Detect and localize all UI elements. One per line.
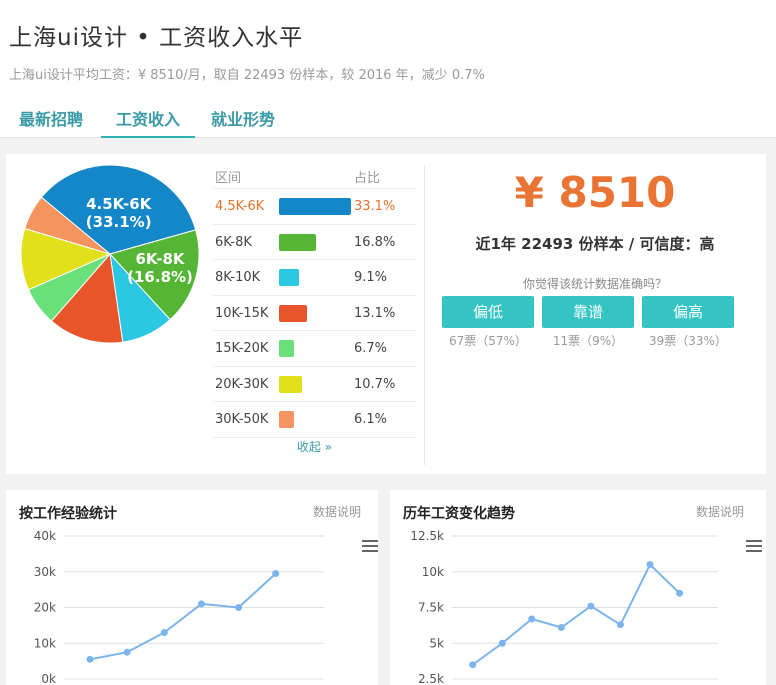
pie-label-pct: (33.1%) (86, 213, 152, 231)
data-point[interactable] (160, 629, 168, 637)
vote-low-button[interactable]: 偏低 (442, 296, 534, 328)
vote-high-count: 39票（33%） (649, 334, 727, 348)
ratio-value: 13.1% (354, 305, 396, 321)
salary-pie-chart: 4.5K-6K (33.1%) 6K-8K (16.8%) (20, 164, 200, 344)
trend-data-note-link[interactable]: 数据说明 (696, 503, 744, 520)
distribution-row: 6K-8K 16.8% (213, 225, 416, 260)
range-label: 6K-8K (215, 234, 252, 250)
vote-low-count: 67票（57%） (449, 334, 527, 348)
range-label: 20K-30K (215, 376, 269, 392)
range-label: 4.5K-6K (215, 199, 265, 214)
data-point[interactable] (123, 648, 131, 656)
data-point[interactable] (646, 561, 654, 569)
sample-info: 近1年 22493 份样本 / 可信度：高 (475, 235, 715, 253)
distribution-row: 10K-15K 13.1% (213, 296, 416, 331)
range-label: 15K-20K (215, 341, 269, 356)
vote-accurate-button[interactable]: 靠谱 (542, 296, 634, 328)
vote-accurate-count: 11票（9%） (552, 334, 624, 348)
y-tick-label: 30k (34, 565, 56, 579)
average-salary: ¥ 8510 (514, 168, 676, 217)
y-tick-label: 40k (34, 529, 56, 543)
ratio-bar (279, 233, 316, 251)
tab-employment[interactable]: 就业形势 (211, 106, 275, 130)
ratio-bar (279, 375, 302, 393)
range-label: 8K-10K (215, 270, 261, 285)
tab-bar: 最新招聘 工资收入 就业形势 (0, 96, 776, 139)
series-line (89, 572, 277, 661)
pie-label-name: 6K-8K (135, 250, 185, 268)
range-label: 30K-50K (215, 412, 269, 427)
distribution-row: 4.5K-6K 33.1% (213, 189, 416, 225)
accuracy-question: 你觉得该统计数据准确吗？ (522, 277, 667, 291)
experience-data-note-link[interactable]: 数据说明 (313, 503, 361, 520)
ratio-value: 33.1% (354, 199, 396, 214)
col-range-header: 区间 (215, 171, 242, 186)
data-point[interactable] (469, 661, 477, 669)
y-tick-label: 20k (34, 601, 56, 615)
pie-label-name: 4.5K-6K (86, 195, 153, 213)
data-point[interactable] (528, 615, 536, 623)
data-point[interactable] (272, 570, 280, 578)
collapse-link[interactable]: 收起 » (213, 438, 416, 455)
distribution-row: 20K-30K 10.7% (213, 367, 416, 402)
distribution-row: 15K-20K 6.7% (213, 331, 416, 367)
y-tick-label: 5k (429, 636, 444, 650)
ratio-bar (279, 269, 299, 286)
vote-high-button[interactable]: 偏高 (642, 296, 734, 328)
y-tick-label: 12.5k (410, 529, 444, 543)
ratio-value: 6.1% (354, 412, 388, 427)
ratio-bar (279, 198, 351, 215)
ratio-value: 6.7% (354, 341, 388, 356)
distribution-row: 30K-50K 6.1% (213, 402, 416, 438)
page-title: 上海ui设计 • 工资收入水平 (9, 25, 304, 51)
data-point[interactable] (86, 655, 94, 663)
ratio-value: 10.7% (354, 376, 396, 392)
page-subtitle: 上海ui设计平均工资：¥ 8510/月，取自 22493 份样本，较 2016 … (9, 68, 485, 83)
y-tick-label: 7.5k (418, 601, 444, 615)
trend-chart-title: 历年工资变化趋势 (403, 506, 515, 522)
experience-chart-title: 按工作经验统计 (19, 506, 117, 522)
series-line (472, 562, 681, 666)
data-point[interactable] (557, 624, 565, 632)
pie-label-pct: (16.8%) (127, 268, 193, 286)
distribution-row: 8K-10K 9.1% (213, 260, 416, 296)
data-point[interactable] (197, 600, 205, 608)
data-point[interactable] (676, 589, 684, 597)
data-point[interactable] (616, 621, 624, 629)
experience-line-chart: 40k 30k 20k 10k 0k (34, 529, 324, 685)
ratio-bar (279, 411, 294, 428)
tab-latest-jobs[interactable]: 最新招聘 (19, 106, 83, 130)
data-point[interactable] (235, 604, 243, 611)
y-tick-label: 10k (34, 636, 56, 650)
ratio-bar (279, 304, 307, 322)
ratio-value: 16.8% (354, 234, 396, 250)
y-tick-label: 2.5k (418, 672, 444, 685)
ratio-bar (279, 340, 294, 357)
distribution-table: 区间 占比 4.5K-6K 33.1% 6K-8K 16.8% 8K-10K 9.1% 10… (213, 165, 416, 454)
data-point[interactable] (587, 602, 595, 610)
trend-line-chart: 12.5k 10k 7.5k 5k 2.5k (410, 529, 718, 685)
col-ratio-header: 占比 (354, 171, 381, 186)
y-tick-label: 10k (422, 565, 444, 579)
distribution-header: 区间 占比 (213, 165, 416, 189)
range-label: 10K-15K (215, 305, 269, 321)
data-point[interactable] (498, 639, 506, 647)
y-tick-label: 0k (41, 672, 56, 685)
ratio-value: 9.1% (354, 270, 388, 285)
tab-salary[interactable]: 工资收入 (101, 106, 196, 139)
